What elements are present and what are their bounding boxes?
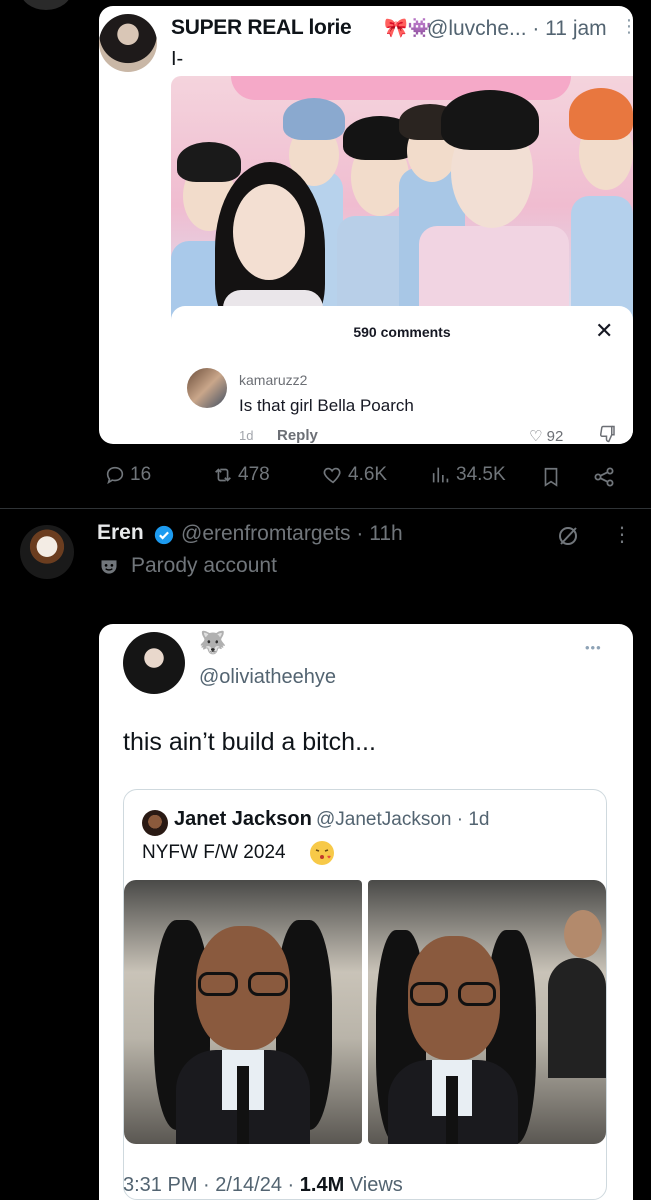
glasses	[458, 982, 496, 1006]
commenter-avatar	[187, 368, 227, 408]
tie	[446, 1076, 458, 1144]
person-hair	[177, 142, 241, 182]
tweet-meta: 3:31 PM · 2/14/24 · 1.4M Views	[123, 1174, 403, 1197]
repost-count: 478	[238, 464, 270, 485]
like-count: 4.6K	[348, 464, 388, 485]
views-label: Views	[344, 1174, 403, 1196]
tweet-divider	[0, 508, 651, 509]
handle-time: @luvche... · 11 jam	[427, 17, 607, 40]
more-icon[interactable]: ⋮	[612, 522, 632, 547]
quote-photo	[124, 880, 362, 1144]
repost-icon	[215, 468, 231, 482]
quote-text: NYFW F/W 2024	[142, 842, 286, 863]
quoted-tweet: Janet Jackson @JanetJackson · 1d NYFW F/…	[123, 789, 607, 1200]
comment-likes: ♡ 92	[529, 427, 563, 444]
tweet-time: 3:31 PM · 2/14/24 ·	[123, 1174, 300, 1196]
views-count: 34.5K	[456, 464, 506, 485]
person-hair	[569, 88, 633, 140]
suit	[548, 958, 606, 1078]
avatar	[99, 14, 157, 72]
avatar	[123, 632, 185, 694]
glasses	[410, 982, 448, 1006]
avatar	[142, 810, 168, 836]
quote-photo	[368, 880, 606, 1144]
glasses	[248, 972, 288, 996]
screenshot-card-2: 🐺 @oliviatheehye ••• this ain’t build a …	[99, 624, 633, 1200]
reply-icon	[106, 466, 124, 485]
bookmark-icon[interactable]	[540, 465, 562, 494]
person-hair	[283, 98, 345, 140]
comment-like-count: 92	[546, 428, 564, 444]
verified-badge-icon	[154, 525, 174, 545]
reply-count: 16	[130, 464, 152, 485]
person-head	[564, 910, 602, 958]
views-icon	[432, 467, 449, 483]
author-emoji: 🎀👾	[384, 18, 432, 39]
more-icon: •••	[585, 640, 602, 655]
like-button[interactable]: 4.6K	[322, 464, 387, 486]
view-count: 1.4M	[299, 1174, 345, 1196]
quote-handle-time: @JanetJackson · 1d	[316, 809, 490, 830]
tweet-media	[171, 76, 633, 336]
parody-label: Parody account	[131, 554, 277, 577]
parody-mask-icon	[99, 557, 119, 583]
handle-time[interactable]: @erenfromtargets · 11h	[181, 522, 403, 546]
handle: @oliviatheehye	[199, 666, 337, 688]
tweet-text: I-	[171, 48, 184, 70]
author-name: SUPER REAL lorie	[171, 16, 352, 39]
comments-panel: 590 comments ✕ kamaruzz2 Is that girl Be…	[171, 306, 633, 444]
repost-button[interactable]: 478	[212, 464, 270, 486]
tie	[237, 1066, 249, 1144]
comment-text: Is that girl Bella Poarch	[239, 396, 414, 415]
person-head	[233, 184, 305, 280]
screenshot-card-1: SUPER REAL lorie 🎀👾 @luvche... · 11 jam …	[99, 6, 633, 444]
reply-button[interactable]: 16	[104, 464, 151, 486]
kiss-emoji-icon	[310, 841, 334, 865]
avatar[interactable]	[20, 525, 74, 579]
commenter-name: kamaruzz2	[239, 372, 308, 388]
previous-avatar[interactable]	[20, 0, 72, 10]
comment-reply: Reply	[277, 427, 318, 444]
person-hair	[441, 90, 539, 150]
tweet-text: this ain’t build a bitch...	[123, 728, 376, 756]
comments-count: 590 comments	[353, 324, 451, 340]
glasses	[198, 972, 238, 996]
heart-icon	[323, 467, 341, 484]
close-icon: ✕	[595, 318, 614, 343]
comment-time: 1d	[239, 428, 254, 443]
wolf-emoji: 🐺	[199, 630, 227, 655]
author-name[interactable]: Eren	[97, 521, 144, 545]
share-icon[interactable]	[592, 465, 616, 494]
heart-icon: ♡	[529, 428, 543, 444]
grok-icon[interactable]	[556, 524, 580, 554]
views-button[interactable]: 34.5K	[430, 464, 506, 486]
more-icon: ⋮	[620, 16, 633, 36]
dislike-icon	[599, 425, 617, 444]
quote-author-name: Janet Jackson	[174, 808, 312, 830]
